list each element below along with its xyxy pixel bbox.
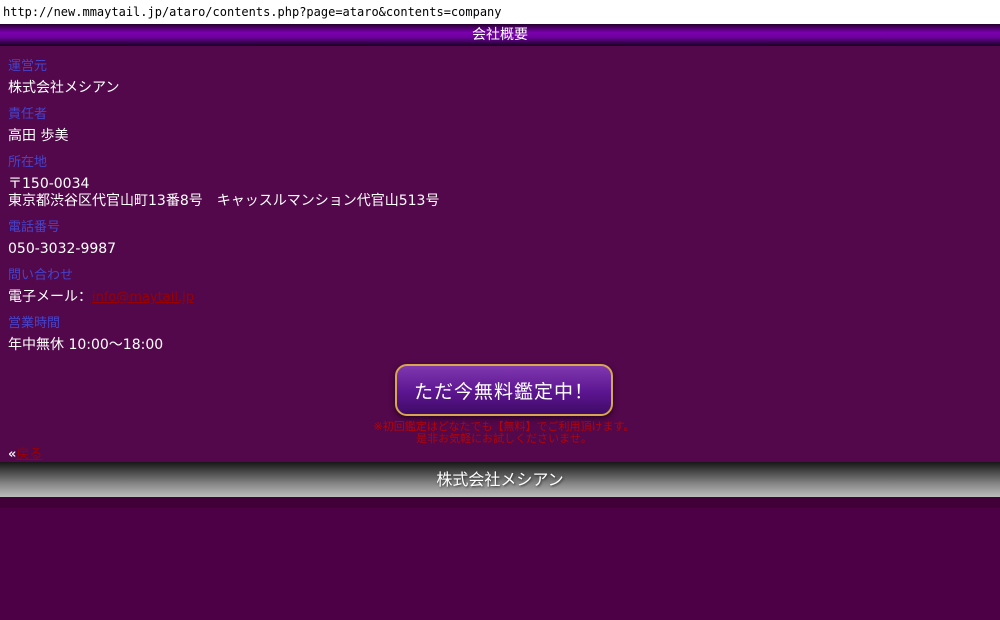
cta-note: ※初回鑑定はどなたでも【無料】でご利用頂けます。 是非お気軽にお試しくださいませ… [8,421,1000,445]
bottom-background [0,508,1000,620]
field-contact: 問い合わせ 電子メール：info@maytail.jp [8,268,1000,306]
browser-page: http://new.mmaytail.jp/ataro/contents.ph… [0,0,1000,620]
back-link[interactable]: 戻る [16,447,42,462]
free-appraisal-button[interactable]: ただ今無料鑑定中！ [395,364,613,416]
field-value: 050-3032-9987 [8,241,1000,258]
email-link[interactable]: info@maytail.jp [92,290,194,305]
field-operator: 運営元 株式会社メシアン [8,46,1000,97]
postal-code: 〒150-0034 [8,176,1000,193]
field-label: 問い合わせ [8,268,1000,284]
field-label: 責任者 [8,107,1000,123]
cta-area: ただ今無料鑑定中！ ※初回鑑定はどなたでも【無料】でご利用頂けます。 是非お気軽… [8,364,1000,445]
back-row: «戻る [8,447,1000,462]
field-label: 運営元 [8,59,1000,75]
url-text: http://new.mmaytail.jp/ataro/contents.ph… [3,5,502,19]
field-label: 電話番号 [8,220,1000,236]
field-address: 所在地 〒150-0034 東京都渋谷区代官山町13番8号 キャッスルマンション… [8,155,1000,210]
field-value: 電子メール：info@maytail.jp [8,289,1000,306]
field-business-hours: 営業時間 年中無休 10:00〜18:00 [8,316,1000,354]
footer-company-name: 株式会社メシアン [436,470,563,489]
field-value: 年中無休 10:00〜18:00 [8,337,1000,354]
footer-bar: 株式会社メシアン [0,462,1000,497]
page-title: 会社概要 [472,27,528,43]
field-responsible-person: 責任者 高田 歩美 [8,107,1000,145]
email-prefix: 電子メール： [8,289,92,305]
field-label: 所在地 [8,155,1000,171]
address-bar[interactable]: http://new.mmaytail.jp/ataro/contents.ph… [0,0,1000,24]
field-value: 高田 歩美 [8,128,1000,145]
street-address: 東京都渋谷区代官山町13番8号 キャッスルマンション代官山513号 [8,193,1000,210]
field-value: 株式会社メシアン [8,80,1000,97]
cta-note-line2: 是非お気軽にお試しくださいませ。 [8,433,1000,445]
footer-divider [0,497,1000,508]
page-title-bar: 会社概要 [0,24,1000,46]
company-info-section: 運営元 株式会社メシアン 責任者 高田 歩美 所在地 〒150-0034 東京都… [0,46,1000,462]
field-label: 営業時間 [8,316,1000,332]
field-phone: 電話番号 050-3032-9987 [8,220,1000,258]
